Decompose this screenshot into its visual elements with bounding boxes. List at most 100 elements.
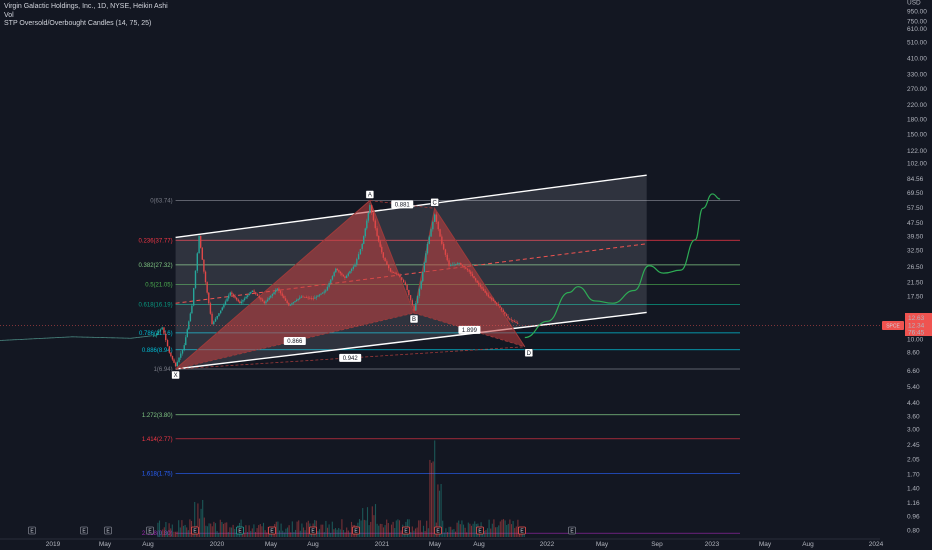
- candle-body: [295, 299, 298, 302]
- candle-body: [450, 265, 452, 267]
- candle-body: [309, 297, 311, 299]
- candle-body: [512, 320, 514, 322]
- price-tick-label: 122.00: [907, 148, 927, 155]
- candle-body: [408, 289, 410, 296]
- volume-bar: [373, 515, 375, 537]
- candle-body: [401, 277, 403, 280]
- price-tick-label: 180.00: [907, 116, 927, 123]
- candle-body: [218, 313, 220, 316]
- volume-bar: [445, 528, 447, 537]
- volume-bar: [210, 523, 212, 537]
- candle-body: [356, 259, 358, 265]
- volume-bar: [306, 522, 308, 537]
- candle-body: [307, 297, 309, 299]
- price-tick-label: 26.50: [907, 264, 924, 271]
- candle-body: [186, 329, 188, 338]
- time-tick-label: 2021: [375, 541, 390, 548]
- volume-bar: [176, 531, 178, 537]
- volume-bar: [374, 504, 377, 537]
- volume-bar: [328, 524, 330, 537]
- candle-body: [428, 236, 430, 244]
- candle-body: [330, 279, 332, 284]
- time-tick-label: Aug: [142, 541, 154, 548]
- candle-body: [331, 275, 334, 280]
- price-chart[interactable]: 0(63.74) 0.236(37.77) 0.382(27.32) 0.5(21.0…: [0, 0, 932, 550]
- candle-body: [253, 290, 255, 293]
- candle-body: [196, 253, 198, 271]
- volume-bar: [254, 532, 257, 537]
- volume-bar: [459, 524, 461, 537]
- candle-body: [476, 280, 478, 283]
- candle-body: [268, 297, 270, 300]
- candle-body: [441, 236, 443, 244]
- price-tick-label: 950.00: [907, 9, 927, 16]
- candle-body: [250, 292, 252, 294]
- candle-body: [335, 268, 337, 273]
- candle-body: [402, 279, 405, 283]
- volume-bar: [216, 531, 218, 537]
- candle-body: [439, 229, 441, 237]
- candle-body: [363, 236, 365, 244]
- candle-body: [484, 290, 486, 293]
- candle-body: [369, 205, 371, 213]
- candle-body: [513, 321, 516, 322]
- candle-body: [226, 298, 228, 302]
- candle-body: [281, 293, 283, 296]
- candle-body: [270, 295, 272, 298]
- candle-body: [243, 298, 246, 301]
- candle-body: [382, 252, 385, 258]
- volume-bar: [360, 520, 362, 537]
- volume-bar: [410, 532, 412, 537]
- price-tick-label: 610.00: [907, 26, 927, 33]
- volume-bar: [344, 532, 346, 537]
- volume-bar: [330, 532, 332, 537]
- legend-indicator[interactable]: STP Oversold/Overbought Candles (14, 75,…: [4, 20, 168, 29]
- candle-body: [496, 302, 498, 305]
- time-tick-label: May: [265, 541, 278, 548]
- volume-bar: [250, 530, 252, 537]
- candle-body: [388, 264, 390, 269]
- price-tick-label: 0.80: [907, 527, 920, 534]
- candle-body: [251, 290, 254, 293]
- volume-bar: [229, 527, 231, 537]
- candle-body: [240, 301, 243, 304]
- volume-bar: [232, 524, 234, 537]
- candle-body: [349, 271, 351, 274]
- legend-title[interactable]: Virgin Galactic Holdings, Inc., 1D, NYSE…: [4, 3, 168, 12]
- candle-body: [458, 263, 460, 264]
- candle-body: [326, 286, 329, 291]
- volume-bar: [467, 522, 469, 537]
- fib-label: 0(63.74): [150, 199, 172, 205]
- candle-body: [260, 297, 262, 300]
- price-tick-label: 1.40: [907, 485, 920, 492]
- candle-body: [304, 296, 306, 298]
- volume-bar: [490, 528, 492, 537]
- candle-body: [432, 221, 434, 230]
- volume-bar: [259, 524, 261, 537]
- candle-body: [321, 292, 324, 294]
- volume-bar: [381, 523, 383, 537]
- candle-body: [325, 290, 327, 292]
- volume-bar: [275, 521, 277, 537]
- candle-body: [364, 228, 366, 237]
- fib-label: 1(6.94): [154, 367, 173, 373]
- volume-bar: [339, 529, 341, 537]
- candle-body: [302, 296, 304, 298]
- price-tick-label: 1.16: [907, 500, 920, 507]
- candle-body: [174, 362, 177, 367]
- legend-volume[interactable]: Vol: [4, 12, 168, 21]
- volume-bar: [421, 531, 423, 537]
- candle-body: [466, 268, 469, 271]
- volume-bar: [213, 521, 215, 537]
- candle-body: [235, 297, 238, 300]
- volume-bar: [278, 530, 281, 537]
- candle-body: [289, 304, 292, 306]
- candle-body: [463, 265, 465, 268]
- volume-bar: [384, 525, 386, 537]
- candle-body: [219, 310, 222, 314]
- volume-bar: [288, 525, 290, 537]
- candle-body: [389, 268, 392, 272]
- volume-bar: [392, 521, 394, 537]
- ratio-label: 0.881: [395, 203, 411, 209]
- volume-bar: [411, 526, 413, 537]
